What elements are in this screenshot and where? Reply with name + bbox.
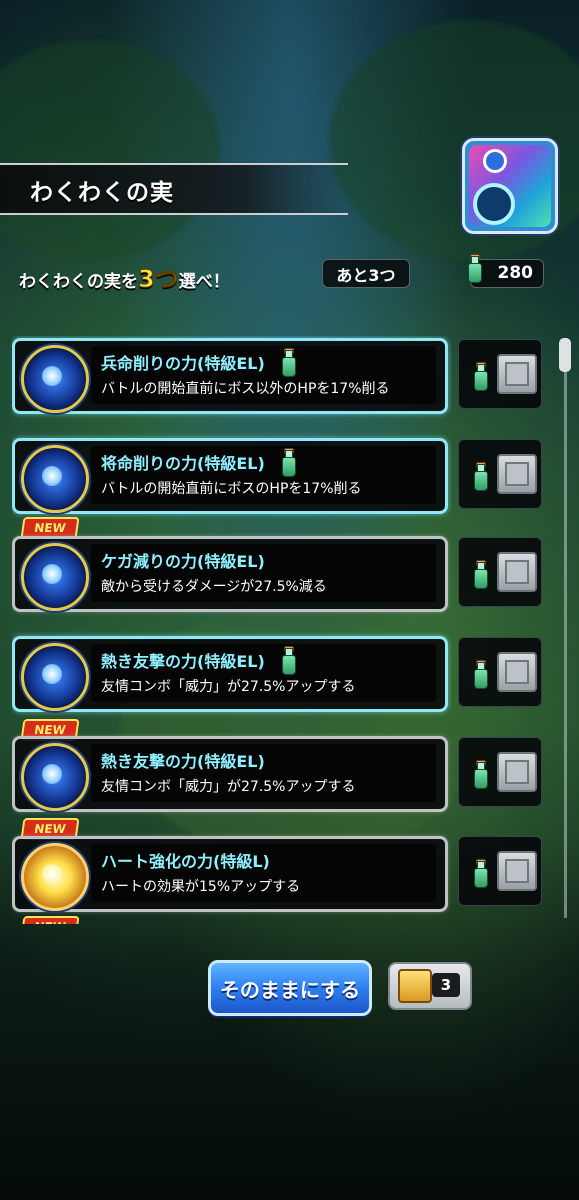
select-checkbox[interactable]: [497, 652, 537, 692]
select-checkbox[interactable]: [497, 454, 537, 494]
bottle-icon: [467, 254, 482, 283]
item-description: ハートの効果が15%アップする: [101, 879, 301, 895]
item-name: ケガ減りの力(特級EL): [101, 552, 265, 571]
list-item[interactable]: 熱き友撃の力(特級EL) 友情コンボ「威力」が27.5%アップする: [12, 736, 448, 812]
select-checkbox[interactable]: [497, 851, 537, 891]
instruction-prefix: わくわくの実を: [19, 272, 138, 292]
item-description: 友情コンボ「威力」が27.5%アップする: [101, 679, 356, 695]
list-item[interactable]: 兵命削りの力(特級EL) バトルの開始直前にボス以外のHPを17%削る: [12, 338, 448, 414]
item-description: 敵から受けるダメージが27.5%減る: [101, 579, 327, 595]
select-box[interactable]: [458, 537, 542, 607]
instruction-text: わくわくの実を3つ選べ！: [19, 259, 230, 294]
heart-fruit-icon: [21, 843, 89, 911]
bottle-count-badge: 280: [468, 254, 544, 288]
select-box[interactable]: [458, 737, 542, 807]
bottle-icon: [473, 560, 488, 589]
scroll-icon: [398, 969, 432, 1003]
item-name: ハート強化の力(特級L): [101, 852, 270, 871]
new-badge-partial: NEW: [20, 916, 80, 924]
page-title: わくわくの実: [30, 180, 174, 206]
remaining-text: あと3つ: [336, 265, 396, 285]
item-description: バトルの開始直前にボス以外のHPを17%削る: [101, 381, 390, 397]
fruit-icon: [21, 743, 89, 811]
bottle-icon: [281, 646, 296, 675]
fruit-icon: [21, 445, 89, 513]
bottle-icon: [473, 859, 488, 888]
scrollbar[interactable]: [559, 338, 571, 918]
fruit-icon: [21, 345, 89, 413]
list-item[interactable]: ハート強化の力(特級L) ハートの効果が15%アップする: [12, 836, 448, 912]
remaining-badge: あと3つ: [322, 259, 410, 288]
character-icon[interactable]: [462, 138, 558, 234]
item-name: 熱き友撃の力(特級EL): [101, 652, 265, 671]
list-item[interactable]: 熱き友撃の力(特級EL) 友情コンボ「威力」が27.5%アップする: [12, 636, 448, 712]
bottle-icon: [473, 462, 488, 491]
list-item[interactable]: ケガ減りの力(特級EL) 敵から受けるダメージが27.5%減る: [12, 536, 448, 612]
item-name: 熱き友撃の力(特級EL): [101, 752, 265, 771]
select-checkbox[interactable]: [497, 354, 537, 394]
item-name: 将命削りの力(特級EL): [101, 454, 265, 473]
keep-as-is-button[interactable]: そのままにする: [208, 960, 372, 1016]
select-checkbox[interactable]: [497, 552, 537, 592]
title-bar: わくわくの実: [0, 163, 348, 215]
scroll-thumb[interactable]: [559, 338, 571, 372]
item-description: バトルの開始直前にボスのHPを17%削る: [101, 481, 362, 497]
select-box[interactable]: [458, 439, 542, 509]
fruit-icon: [21, 643, 89, 711]
bottle-icon: [281, 448, 296, 477]
scroll-count-value: 3: [432, 973, 460, 997]
fruit-icon: [21, 543, 89, 611]
list-item[interactable]: 将命削りの力(特級EL) バトルの開始直前にボスのHPを17%削る: [12, 438, 448, 514]
bottle-icon: [473, 760, 488, 789]
item-name: 兵命削りの力(特級EL): [101, 354, 265, 373]
select-checkbox[interactable]: [497, 752, 537, 792]
scroll-track: [564, 338, 567, 918]
item-description: 友情コンボ「威力」が27.5%アップする: [101, 779, 356, 795]
bottle-icon: [281, 348, 296, 377]
select-box[interactable]: [458, 637, 542, 707]
select-box[interactable]: [458, 836, 542, 906]
instruction-suffix: 選べ！: [178, 272, 230, 292]
bottle-icon: [473, 362, 488, 391]
fruit-list[interactable]: 兵命削りの力(特級EL) バトルの開始直前にボス以外のHPを17%削る 将命削り…: [12, 336, 452, 924]
instruction-count: 3つ: [138, 265, 180, 294]
select-box[interactable]: [458, 339, 542, 409]
bottle-count-value: 280: [497, 263, 534, 283]
scroll-item-button[interactable]: 3: [388, 962, 472, 1010]
bottle-icon: [473, 660, 488, 689]
